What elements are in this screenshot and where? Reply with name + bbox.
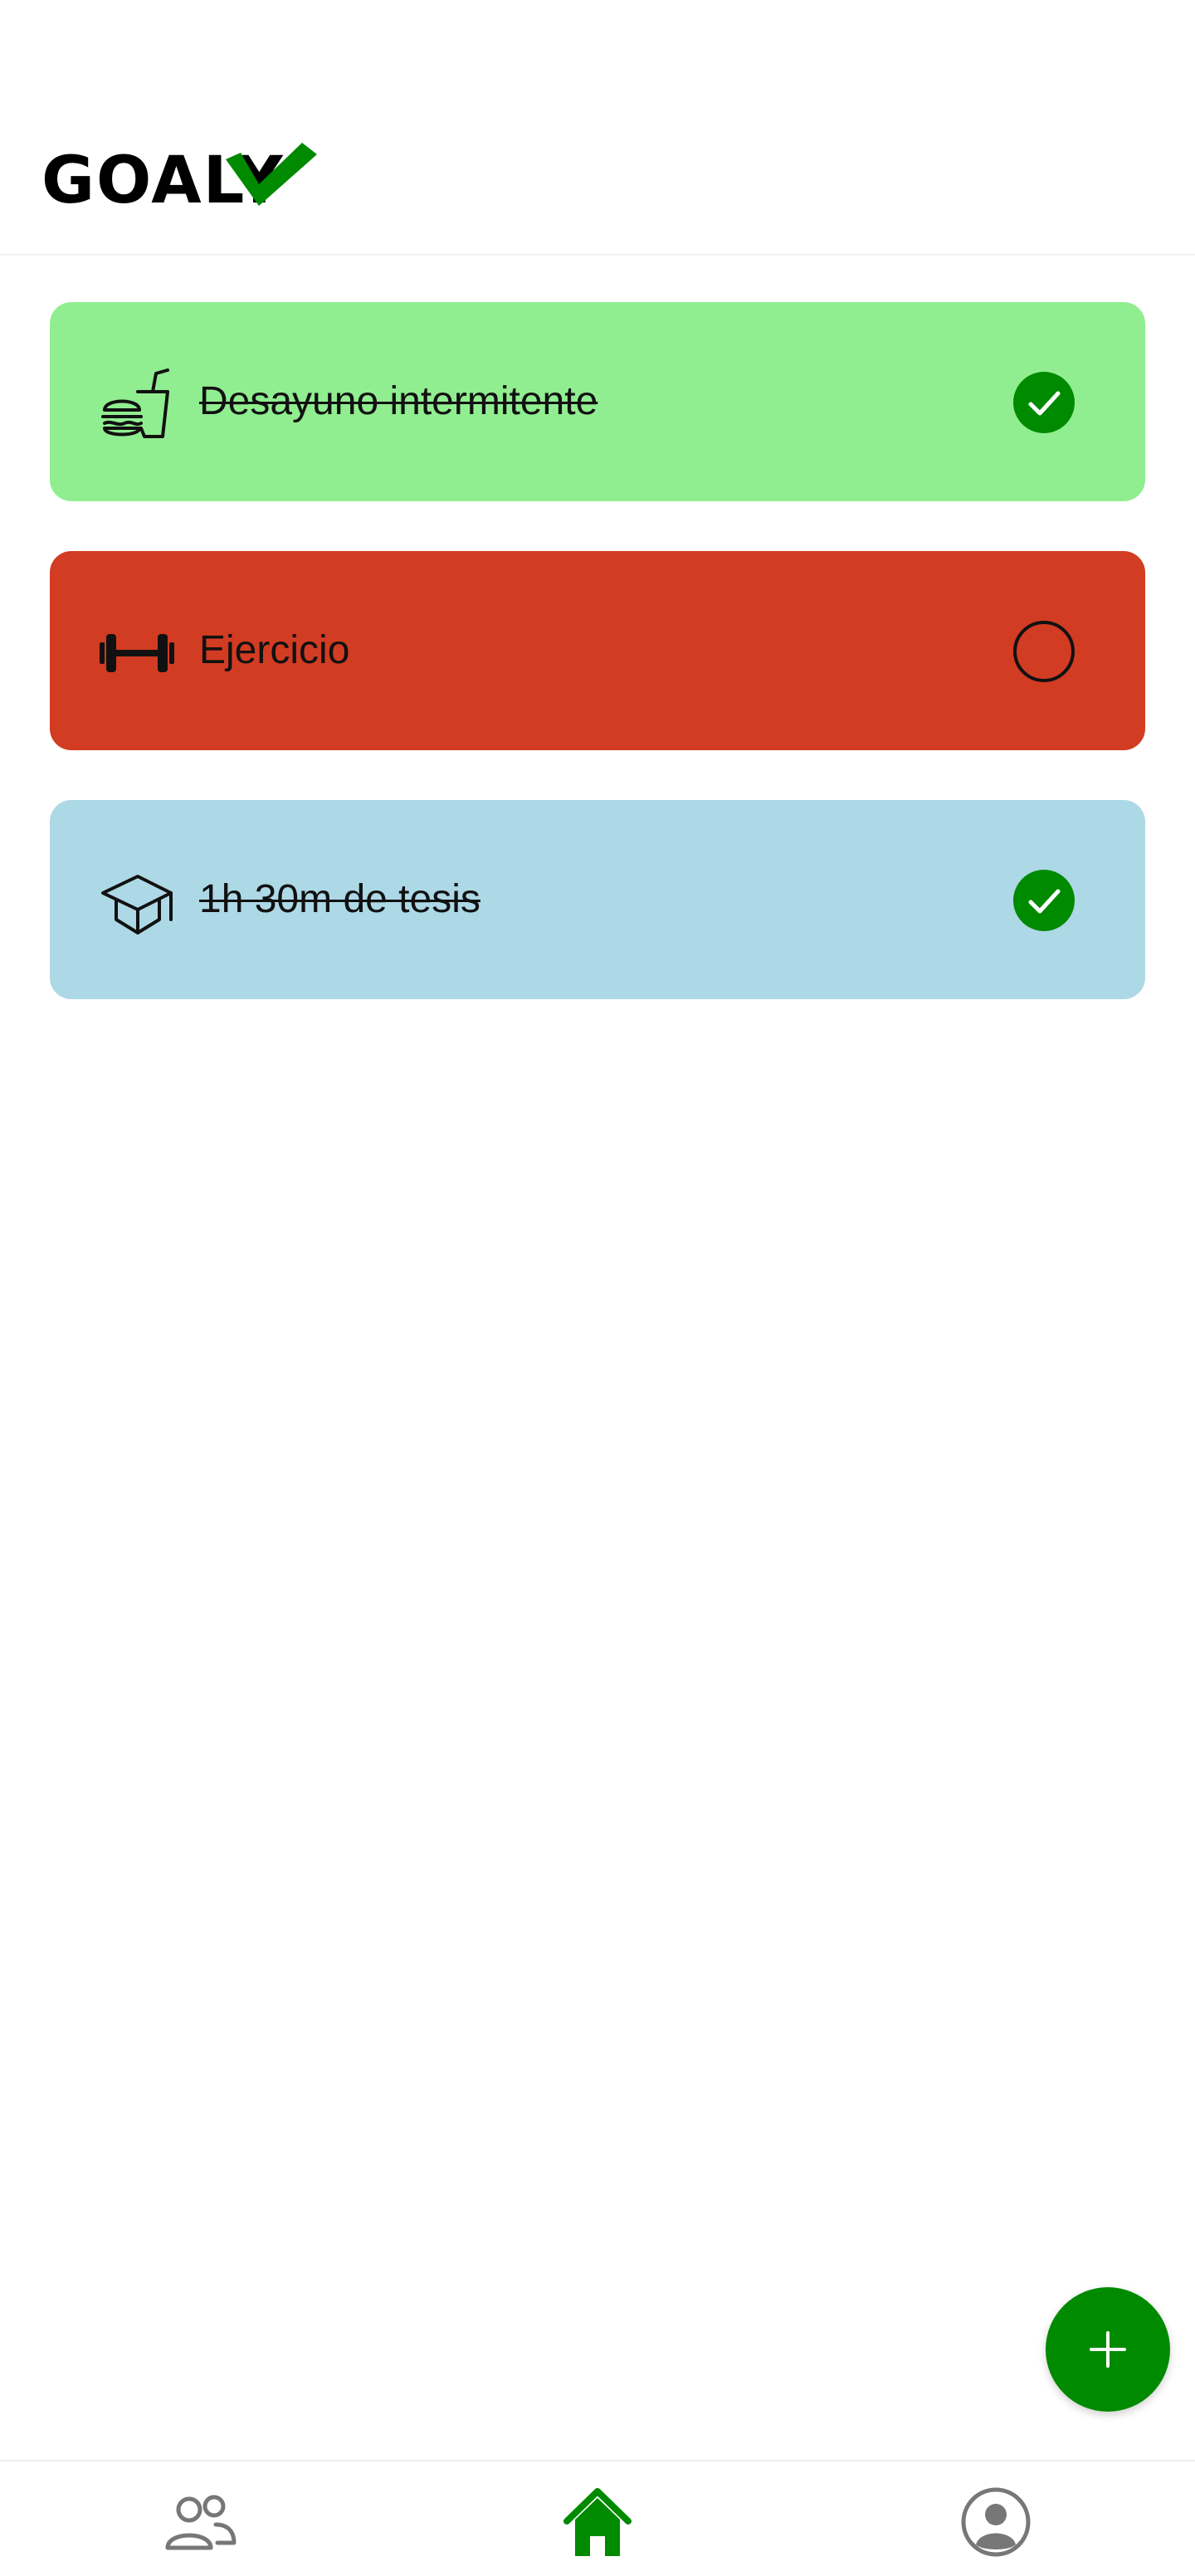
check-circle-icon[interactable] xyxy=(1012,371,1076,434)
goaly-logo: GOALY xyxy=(41,139,317,222)
task-card[interactable]: Desayuno intermitente xyxy=(50,302,1145,501)
bottom-navigation xyxy=(0,2460,1195,2576)
add-goal-button[interactable] xyxy=(1046,2287,1170,2412)
task-list: Desayuno intermitente Ejercicio 1h 30m d… xyxy=(50,302,1145,1049)
app-header: GOALY xyxy=(0,0,1195,256)
task-label: Desayuno intermitente xyxy=(199,379,598,423)
graduation-cap-icon xyxy=(101,875,173,934)
logo-check-icon xyxy=(226,143,317,206)
task-card[interactable]: 1h 30m de tesis xyxy=(50,800,1145,999)
plus-icon xyxy=(1090,2331,1126,2368)
task-card[interactable]: Ejercicio xyxy=(50,551,1145,750)
food-icon xyxy=(101,368,169,438)
people-icon[interactable] xyxy=(163,2485,237,2559)
dumbbell-icon xyxy=(100,634,174,672)
app-screen: GOALY Desayuno intermitente Ejercicio 1h… xyxy=(0,0,1195,2576)
profile-icon[interactable] xyxy=(958,2485,1033,2559)
empty-circle-icon[interactable] xyxy=(1012,620,1076,683)
home-icon[interactable] xyxy=(560,2485,635,2559)
task-label: Ejercicio xyxy=(199,628,350,672)
task-label: 1h 30m de tesis xyxy=(199,877,480,921)
check-circle-icon[interactable] xyxy=(1012,869,1076,932)
